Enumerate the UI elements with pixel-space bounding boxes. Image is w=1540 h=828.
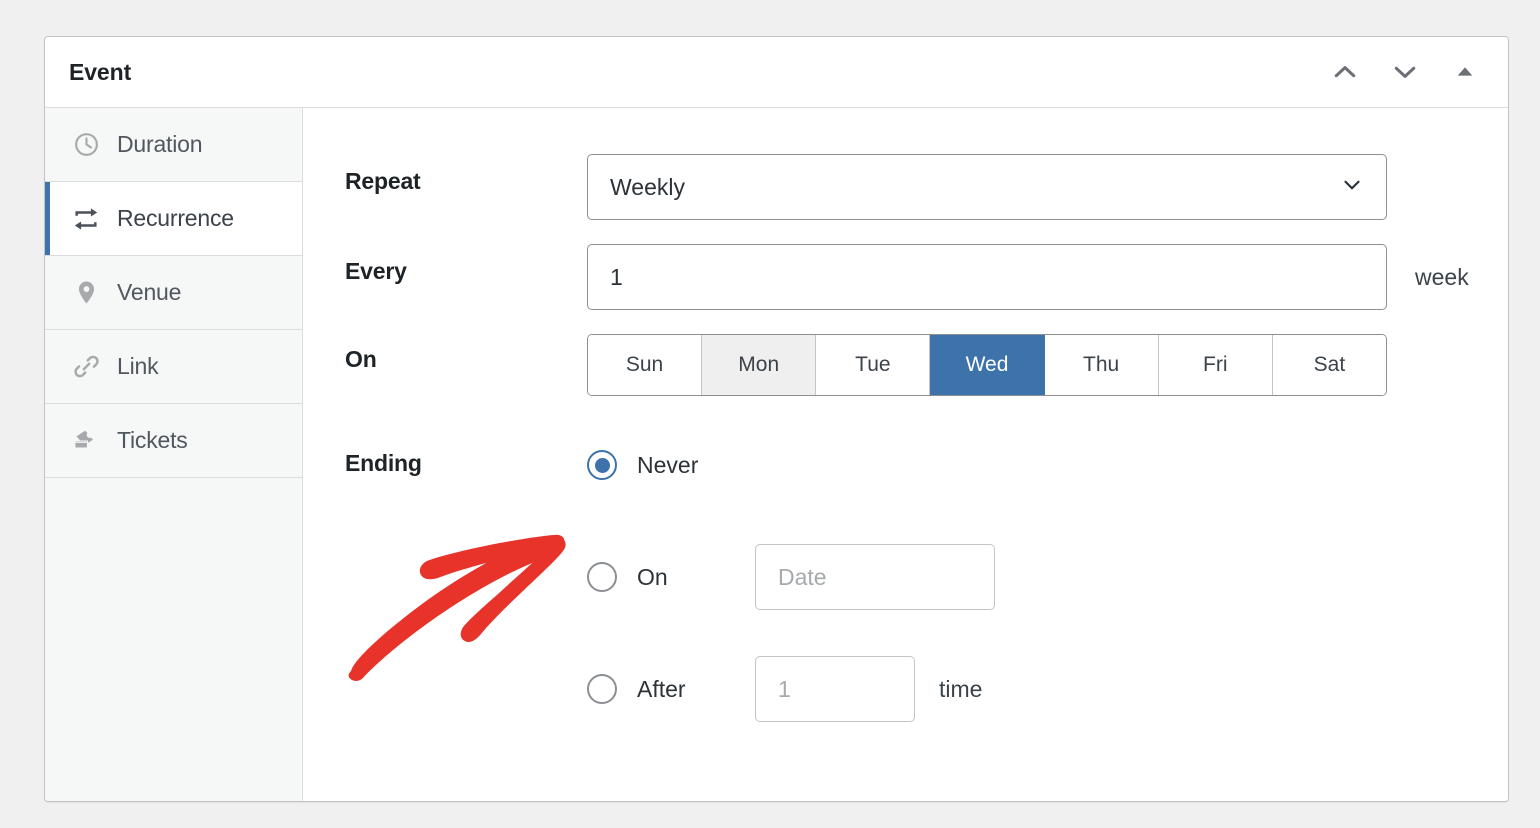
field-on: On Sun Mon Tue Wed Thu Fri Sat xyxy=(345,334,1508,396)
repeat-select[interactable]: Weekly xyxy=(587,154,1387,220)
clock-icon xyxy=(71,130,101,160)
sidebar-item-label: Link xyxy=(117,353,159,379)
panel-header: Event xyxy=(45,37,1508,108)
radio-after-label[interactable]: After xyxy=(637,676,755,703)
panel-body: Duration Recurrence Venue Link Tickets R… xyxy=(45,108,1508,801)
on-label: On xyxy=(345,346,377,372)
link-icon xyxy=(71,352,101,382)
sidebar-item-recurrence[interactable]: Recurrence xyxy=(45,182,302,256)
screen: Event Duration Recurrence Venue Link Tic… xyxy=(0,0,1540,828)
recurrence-form: Repeat Weekly Every 1 week On Sun Mon Tu… xyxy=(303,108,1508,801)
move-down-icon[interactable] xyxy=(1390,57,1420,87)
sidebar-item-link[interactable]: Link xyxy=(45,330,302,404)
ending-option-after: After time xyxy=(587,656,995,722)
sidebar-item-label: Tickets xyxy=(117,427,188,453)
sidebar-item-label: Recurrence xyxy=(117,205,234,231)
repeat-select-value[interactable]: Weekly xyxy=(587,154,1387,220)
tickets-icon xyxy=(71,426,101,456)
map-pin-icon xyxy=(71,278,101,308)
day-button-tue[interactable]: Tue xyxy=(816,335,931,395)
field-ending: Ending Never On Date After 1 time xyxy=(345,432,1508,722)
every-input[interactable] xyxy=(587,244,1387,310)
day-button-wed[interactable]: Wed xyxy=(930,335,1045,395)
field-every: Every week xyxy=(345,244,1508,310)
day-button-thu[interactable]: Thu xyxy=(1044,335,1159,395)
radio-never[interactable] xyxy=(587,450,617,480)
ending-count-input[interactable] xyxy=(755,656,915,722)
repeat-icon xyxy=(71,204,101,234)
sidebar-item-venue[interactable]: Venue xyxy=(45,256,302,330)
ending-label: Ending xyxy=(345,450,422,476)
event-panel: Event Duration Recurrence Venue Link Tic… xyxy=(44,36,1509,802)
day-button-sun[interactable]: Sun xyxy=(588,335,703,395)
repeat-label: Repeat xyxy=(345,168,421,194)
ending-options: Never On After time xyxy=(587,432,995,722)
radio-on-label[interactable]: On xyxy=(637,564,755,591)
field-repeat: Repeat Weekly xyxy=(345,154,1508,220)
every-label: Every xyxy=(345,258,407,284)
radio-never-label[interactable]: Never xyxy=(637,452,755,479)
day-button-fri[interactable]: Fri xyxy=(1158,335,1273,395)
sidebar-item-duration[interactable]: Duration xyxy=(45,108,302,182)
sidebar-item-tickets[interactable]: Tickets xyxy=(45,404,302,478)
day-of-week-group: Sun Mon Tue Wed Thu Fri Sat xyxy=(587,334,1387,396)
sidebar-item-label: Duration xyxy=(117,131,203,157)
sidebar-item-label: Venue xyxy=(117,279,182,305)
radio-on[interactable] xyxy=(587,562,617,592)
sidebar-filler xyxy=(45,478,302,801)
radio-after[interactable] xyxy=(587,674,617,704)
every-unit-label: week xyxy=(1415,263,1469,290)
ending-option-never: Never xyxy=(587,432,995,498)
collapse-icon[interactable] xyxy=(1450,57,1480,87)
ending-count-unit-label: time xyxy=(939,675,983,702)
ending-option-on: On xyxy=(587,544,995,610)
panel-sidebar: Duration Recurrence Venue Link Tickets xyxy=(45,108,303,801)
page-title: Event xyxy=(69,58,132,85)
day-button-mon[interactable]: Mon xyxy=(702,335,817,395)
panel-header-actions xyxy=(1330,57,1484,87)
day-button-sat[interactable]: Sat xyxy=(1272,335,1386,395)
move-up-icon[interactable] xyxy=(1330,57,1360,87)
ending-date-input[interactable] xyxy=(755,544,995,610)
